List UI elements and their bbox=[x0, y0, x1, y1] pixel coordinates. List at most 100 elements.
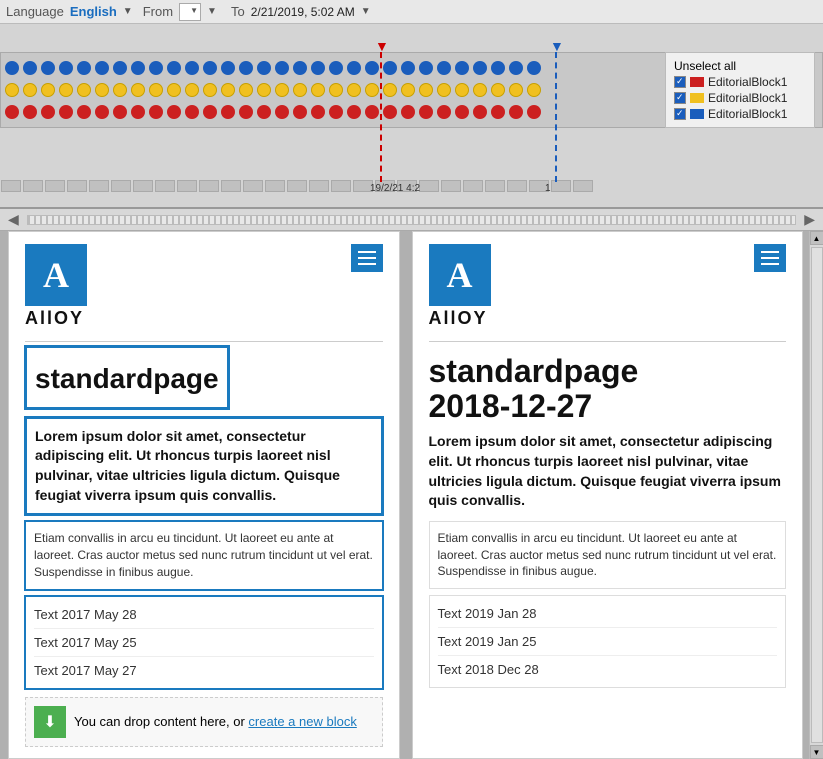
tick-item[interactable] bbox=[309, 180, 329, 192]
list-item[interactable]: Text 2019 Jan 25 bbox=[438, 628, 778, 656]
from-select-wrap[interactable] bbox=[179, 3, 201, 21]
tick-item[interactable] bbox=[243, 180, 263, 192]
from-dropdown-arrow[interactable]: ▼ bbox=[207, 6, 217, 17]
tick-item[interactable] bbox=[265, 180, 285, 192]
hamburger-line bbox=[358, 251, 376, 253]
tick-item[interactable] bbox=[507, 180, 527, 192]
tick-item[interactable] bbox=[155, 180, 175, 192]
dot bbox=[347, 61, 361, 75]
tick-item[interactable] bbox=[111, 180, 131, 192]
tick-item[interactable] bbox=[551, 180, 571, 192]
dot bbox=[365, 83, 379, 97]
dot bbox=[131, 61, 145, 75]
intro-text-box-1: Lorem ipsum dolor sit amet, consectetur … bbox=[25, 417, 383, 515]
legend-item-1[interactable]: EditorialBlock1 bbox=[674, 91, 806, 105]
dot bbox=[77, 105, 91, 119]
list-item[interactable]: Text 2017 May 25 bbox=[34, 629, 374, 657]
tick-item[interactable] bbox=[23, 180, 43, 192]
dot bbox=[419, 83, 433, 97]
dot bbox=[383, 61, 397, 75]
to-label: To bbox=[231, 4, 245, 19]
list-item[interactable]: Text 2017 May 27 bbox=[34, 657, 374, 684]
list-item[interactable]: Text 2018 Dec 28 bbox=[438, 656, 778, 683]
page-panel-2: A AllOY standardpage 2018-12-27 Lorem ip… bbox=[412, 231, 804, 759]
tick-label: 19/2/21 4:2 bbox=[370, 183, 420, 194]
tick-item[interactable] bbox=[177, 180, 197, 192]
dot bbox=[239, 105, 253, 119]
create-new-block-link[interactable]: create a new block bbox=[248, 714, 356, 729]
legend-checkbox-0[interactable] bbox=[674, 76, 686, 88]
legend-text-1: EditorialBlock1 bbox=[708, 91, 787, 105]
dot bbox=[293, 83, 307, 97]
tick-item[interactable] bbox=[67, 180, 87, 192]
dot bbox=[329, 83, 343, 97]
tick-item[interactable] bbox=[441, 180, 461, 192]
tick-item[interactable] bbox=[1, 180, 21, 192]
nav-scroll[interactable] bbox=[27, 215, 796, 225]
from-select[interactable] bbox=[179, 3, 201, 21]
legend-text-0: EditorialBlock1 bbox=[708, 75, 787, 89]
hamburger-line bbox=[358, 257, 376, 259]
tick-item[interactable] bbox=[199, 180, 219, 192]
language-value[interactable]: English bbox=[70, 4, 117, 19]
scrollbar-track[interactable] bbox=[811, 247, 823, 743]
link-list-1: Text 2017 May 28 Text 2017 May 25 Text 2… bbox=[25, 596, 383, 689]
dot bbox=[473, 105, 487, 119]
legend-item-2[interactable]: EditorialBlock1 bbox=[674, 107, 806, 121]
tick-item[interactable] bbox=[45, 180, 65, 192]
dot bbox=[167, 61, 181, 75]
tick-item[interactable] bbox=[221, 180, 241, 192]
dot bbox=[185, 105, 199, 119]
hamburger-button-1[interactable] bbox=[351, 244, 383, 272]
list-item[interactable]: Text 2019 Jan 28 bbox=[438, 600, 778, 628]
dot bbox=[365, 61, 379, 75]
scrollbar-up[interactable]: ▲ bbox=[810, 231, 823, 245]
list-item[interactable]: Text 2017 May 28 bbox=[34, 601, 374, 629]
tick-item[interactable] bbox=[573, 180, 593, 192]
tick-item[interactable] bbox=[485, 180, 505, 192]
dot bbox=[509, 105, 523, 119]
top-bar: Language English ▼ From ▼ To 2/21/2019, … bbox=[0, 0, 823, 24]
tick-item[interactable] bbox=[463, 180, 483, 192]
legend-color-yellow bbox=[690, 93, 704, 103]
dot bbox=[113, 61, 127, 75]
to-dropdown-arrow[interactable]: ▼ bbox=[361, 6, 371, 17]
dot bbox=[221, 61, 235, 75]
timeline-ticks: 19/2/21 4:2 1 bbox=[0, 176, 823, 196]
dot bbox=[167, 105, 181, 119]
legend-checkbox-2[interactable] bbox=[674, 108, 686, 120]
nav-left-arrow[interactable]: ◀ bbox=[4, 211, 23, 228]
sub-text-2: Etiam convallis in arcu eu tincidunt. Ut… bbox=[429, 521, 787, 589]
dot bbox=[329, 105, 343, 119]
dot bbox=[311, 61, 325, 75]
dot bbox=[257, 83, 271, 97]
dot bbox=[239, 83, 253, 97]
language-dropdown-arrow[interactable]: ▼ bbox=[123, 6, 133, 17]
tick-item[interactable] bbox=[287, 180, 307, 192]
legend-item-0[interactable]: EditorialBlock1 bbox=[674, 75, 806, 89]
tick-item[interactable] bbox=[331, 180, 351, 192]
legend-unselect-all[interactable]: Unselect all bbox=[674, 59, 806, 73]
legend-checkbox-1[interactable] bbox=[674, 92, 686, 104]
tick-item[interactable] bbox=[133, 180, 153, 192]
dot bbox=[491, 105, 505, 119]
dot bbox=[59, 61, 73, 75]
scrollbar-down[interactable]: ▼ bbox=[810, 745, 823, 759]
nav-right-arrow[interactable]: ▶ bbox=[800, 211, 819, 228]
dot bbox=[239, 61, 253, 75]
to-value: 2/21/2019, 5:02 AM bbox=[251, 5, 355, 19]
dot bbox=[491, 83, 505, 97]
logo-square-1: A bbox=[25, 244, 87, 306]
tick-label2: 1 bbox=[545, 183, 551, 194]
dot bbox=[419, 61, 433, 75]
dot bbox=[275, 83, 289, 97]
dot bbox=[149, 105, 163, 119]
tick-item[interactable] bbox=[419, 180, 439, 192]
scrollbar[interactable]: ▲ ▼ bbox=[809, 231, 823, 759]
dot bbox=[473, 61, 487, 75]
tick-item[interactable] bbox=[89, 180, 109, 192]
dot bbox=[149, 61, 163, 75]
logo-block-2: A AllOY bbox=[429, 244, 491, 329]
hamburger-button-2[interactable] bbox=[754, 244, 786, 272]
dot bbox=[95, 83, 109, 97]
